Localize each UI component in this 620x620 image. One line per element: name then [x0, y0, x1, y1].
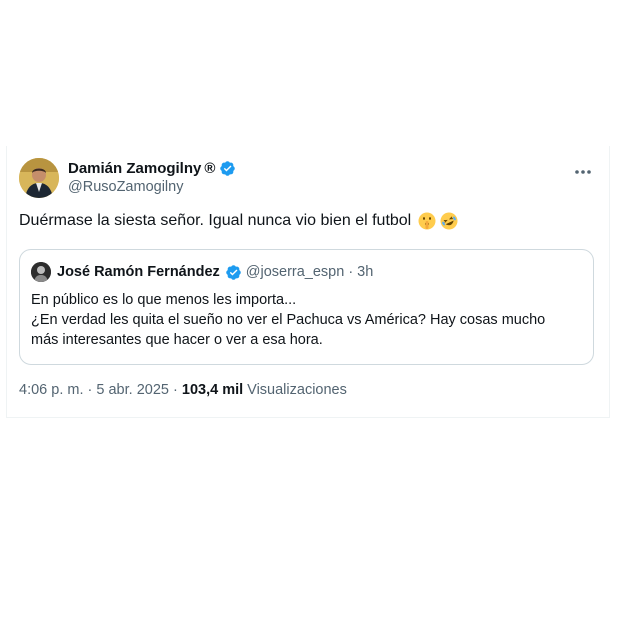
quoted-tweet[interactable]: José Ramón Fernández @joserra_espn · 3h …: [19, 249, 594, 365]
views-count: 103,4 mil: [181, 382, 244, 398]
quoted-text-line: En público es lo que menos les importa..…: [31, 292, 297, 308]
views-label: Visualizaciones: [247, 382, 347, 398]
quoted-author-handle[interactable]: @joserra_espn: [246, 264, 345, 280]
more-options-icon[interactable]: [573, 164, 593, 174]
quoted-text-line: ¿En verdad les quita el sueño no ver el …: [31, 312, 546, 328]
verified-badge-icon: [225, 264, 242, 281]
verified-badge-icon: [219, 160, 236, 177]
tweet[interactable]: Damián Zamogilny ® @RusoZamogilny Duérma…: [6, 146, 610, 418]
shushing-face-icon: [418, 212, 436, 230]
tweet-text: Duérmase la siesta señor. Igual nunca vi…: [19, 212, 458, 230]
author-name-row[interactable]: Damián Zamogilny ®: [68, 159, 236, 178]
quoted-separator: ·: [348, 264, 354, 280]
quoted-author-avatar[interactable]: [31, 262, 51, 282]
author-avatar[interactable]: [19, 158, 59, 198]
quoted-header: José Ramón Fernández @joserra_espn · 3h: [57, 263, 373, 281]
tweet-meta: 4:06 p. m. · 5 abr. 2025 · 103,4 mil Vis…: [19, 382, 347, 398]
quoted-author-name[interactable]: José Ramón Fernández: [57, 264, 220, 280]
page: Damián Zamogilny ® @RusoZamogilny Duérma…: [0, 0, 620, 620]
quoted-text-line: más interesantes que hacer o ver a esa h…: [31, 332, 323, 348]
quoted-timestamp[interactable]: 3h: [357, 264, 373, 280]
meta-separator: ·: [173, 382, 178, 398]
meta-separator: ·: [87, 382, 93, 398]
rolling-on-floor-laughing-icon: [440, 212, 458, 230]
registered-mark: ®: [204, 160, 216, 177]
author-handle[interactable]: @RusoZamogilny: [68, 179, 183, 195]
tweet-time[interactable]: 4:06 p. m.: [19, 382, 83, 398]
tweet-text-content: Duérmase la siesta señor. Igual nunca vi…: [19, 212, 412, 229]
author-name[interactable]: Damián Zamogilny: [68, 160, 201, 177]
quoted-text: En público es lo que menos les importa..…: [31, 290, 583, 350]
tweet-date[interactable]: 5 abr. 2025: [96, 382, 169, 398]
